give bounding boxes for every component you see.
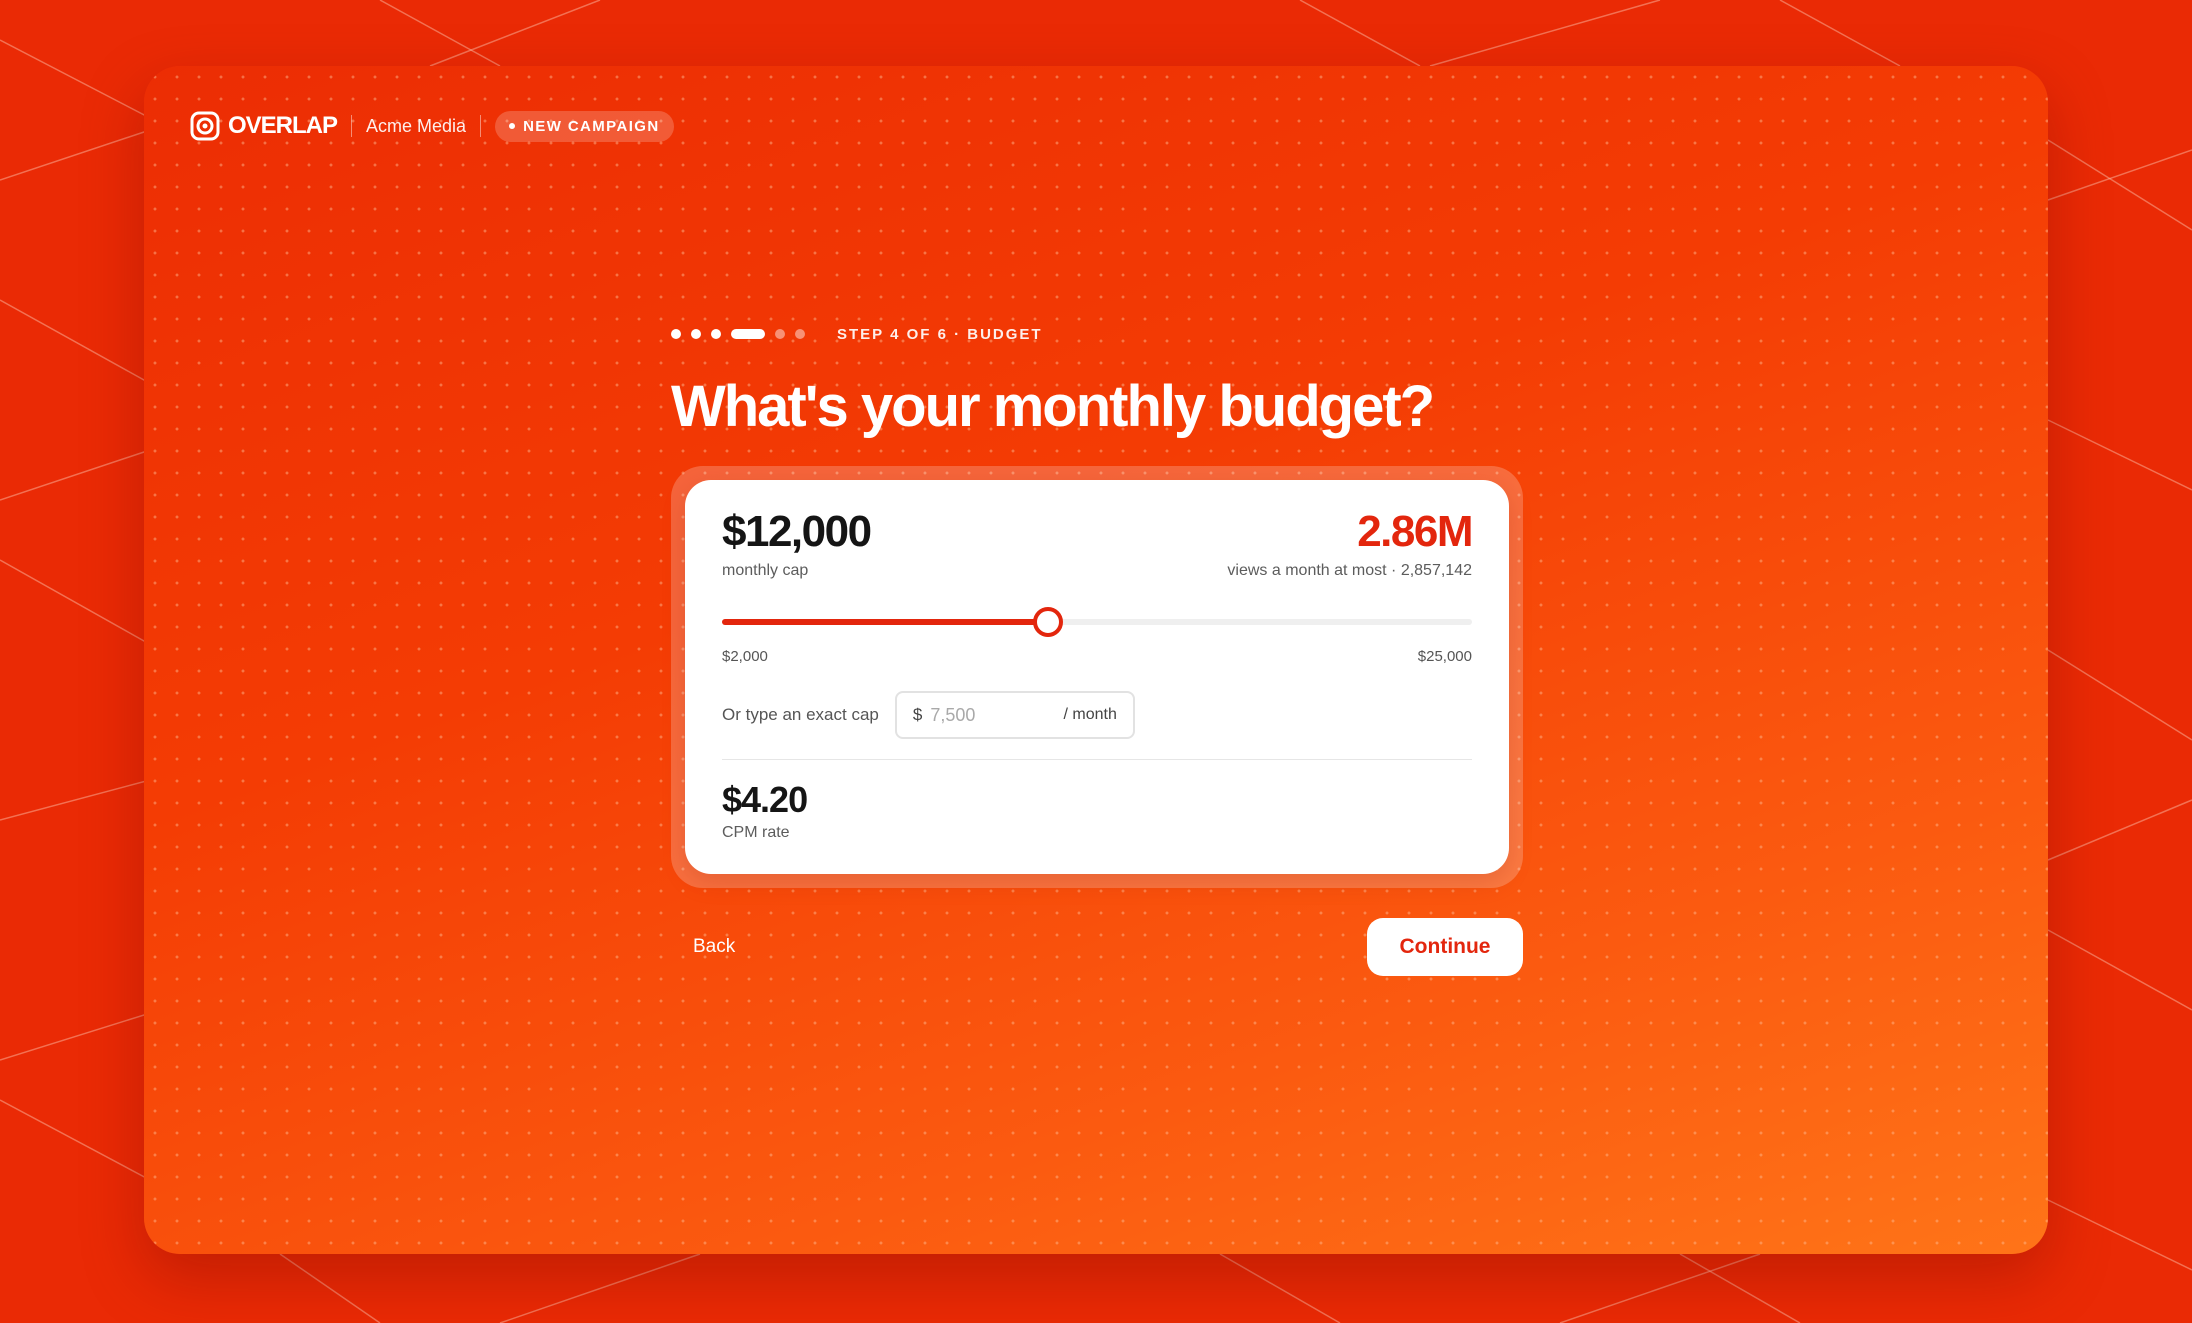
slider-fill: [722, 619, 1049, 625]
budget-step: STEP 4 OF 6 · BUDGET What's your monthly…: [671, 324, 1523, 976]
currency-symbol: $: [912, 705, 923, 724]
cpm-label: CPM rate: [722, 824, 790, 841]
overlap-logo-icon: [190, 111, 220, 141]
progress-dot-complete: [671, 329, 681, 339]
divider: [480, 115, 482, 137]
continue-button[interactable]: Continue: [1367, 918, 1523, 976]
per-month-suffix: / month: [1063, 706, 1117, 723]
exact-cap-input[interactable]: [930, 704, 1051, 726]
step-label: STEP 4 OF 6 · BUDGET: [837, 325, 1043, 343]
brand-name: OVERLAP: [228, 112, 338, 139]
divider: [351, 115, 353, 137]
estimated-views: 2.86M: [1357, 507, 1473, 556]
exact-cap-field[interactable]: $ / month: [894, 691, 1135, 739]
back-button[interactable]: Back: [693, 936, 735, 958]
progress-dot-complete: [711, 329, 721, 339]
exact-cap-row: Or type an exact cap $ / month: [722, 691, 1472, 739]
budget-amount-label: monthly cap: [722, 562, 809, 579]
step-progress: STEP 4 OF 6 · BUDGET: [671, 324, 1521, 344]
progress-dot-complete: [691, 329, 701, 339]
organization-name: Acme Media: [366, 115, 467, 136]
app-window: OVERLAP Acme Media NEW CAMPAIGN STEP 4 O…: [144, 66, 2048, 1254]
exact-cap-label: Or type an exact cap: [722, 705, 879, 724]
budget-card-frame: $12,000 monthly cap 2.86M views a month …: [671, 466, 1523, 888]
budget-slider[interactable]: [722, 606, 1472, 637]
page-title: What's your monthly budget?: [671, 374, 1435, 439]
new-campaign-badge: NEW CAMPAIGN: [495, 110, 674, 142]
badge-dot-icon: [509, 123, 516, 129]
top-bar: OVERLAP Acme Media NEW CAMPAIGN: [190, 104, 674, 148]
progress-dot-current: [731, 329, 765, 339]
slider-min-label: $2,000: [722, 648, 768, 665]
budget-card: $12,000 monthly cap 2.86M views a month …: [685, 480, 1509, 874]
cpm-value: $4.20: [722, 779, 808, 820]
estimated-views-label: views a month at most · 2,857,142: [1227, 562, 1472, 579]
slider-max-label: $25,000: [1417, 648, 1472, 665]
slider-thumb[interactable]: [1033, 607, 1064, 637]
budget-amount: $12,000: [722, 507, 872, 556]
progress-dot-upcoming: [795, 329, 805, 339]
card-divider: [722, 759, 1472, 760]
badge-label: NEW CAMPAIGN: [523, 117, 660, 135]
step-actions: Back Continue: [671, 918, 1523, 976]
progress-dot-upcoming: [775, 329, 785, 339]
